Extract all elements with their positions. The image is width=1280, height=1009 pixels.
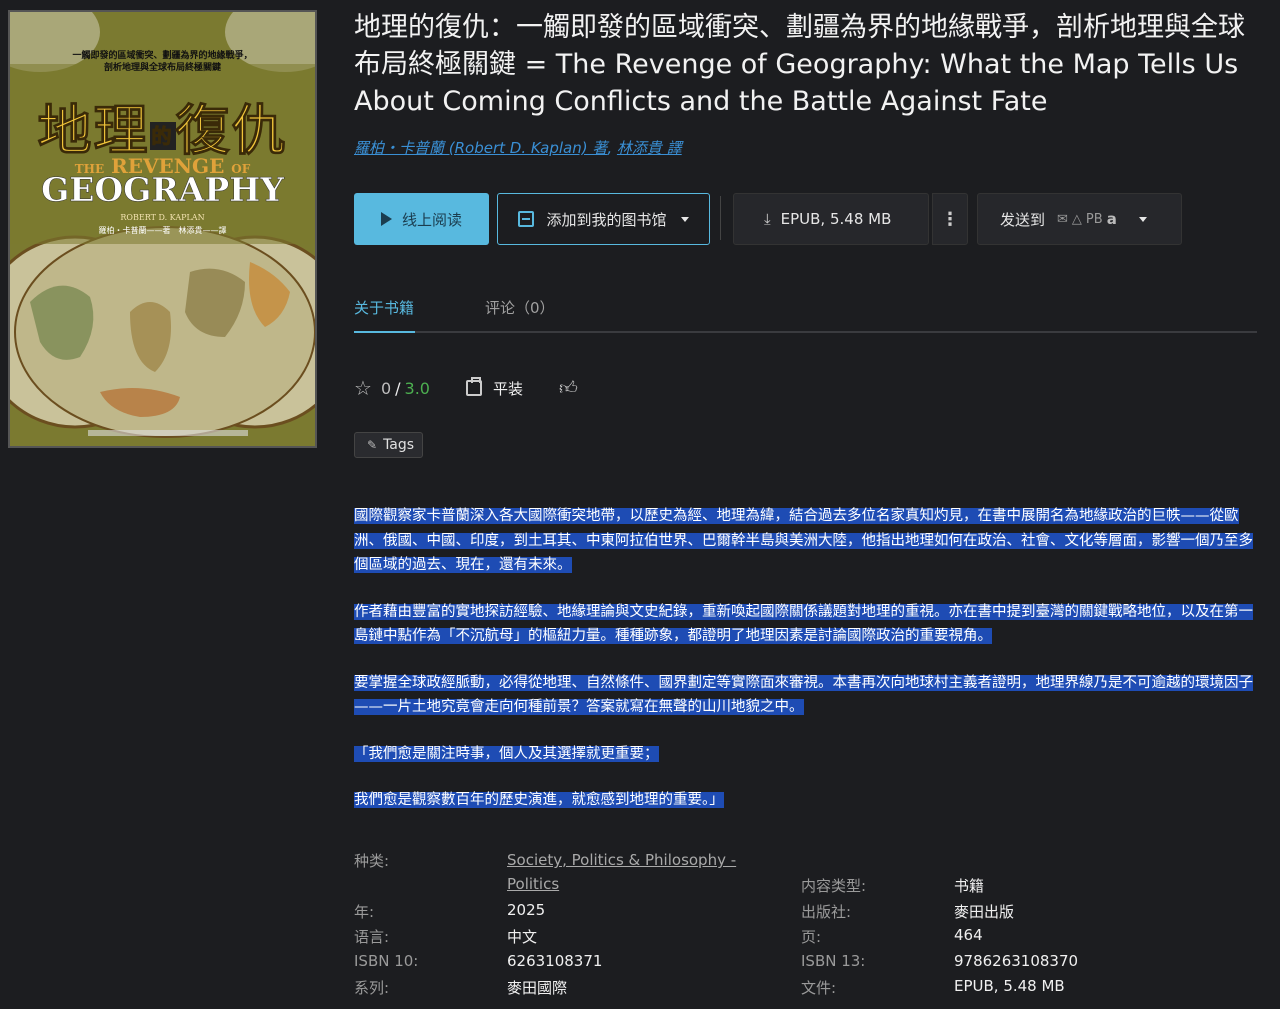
more-vertical-icon: ⋮	[941, 208, 959, 230]
read-online-button[interactable]: 线上阅读	[354, 193, 489, 245]
rating-max: 3.0	[404, 378, 430, 398]
publisher-value: 麥田出版	[954, 903, 1015, 921]
amazon-icon: a	[1106, 210, 1117, 228]
description-paragraph: 我們愈是觀察數百年的歷史演進，就愈感到地理的重要。」	[354, 792, 724, 808]
cover-english-title-geography: GEOGRAPHY	[41, 170, 284, 210]
pages-value: 464	[954, 926, 983, 944]
toolbar-divider	[720, 196, 721, 240]
content-type-value: 书籍	[954, 877, 985, 895]
thumbs-up-icon[interactable]: 👍︎	[559, 377, 578, 399]
send-to-button[interactable]: 发送到 ✉ △ PB a	[977, 193, 1182, 245]
download-icon: ⤓	[764, 210, 771, 228]
pages-label: 页:	[801, 928, 822, 946]
book-description: 國際觀察家卡普蘭深入各大國際衝突地帶，以歷史為經、地理為緯，結合過去多位名家真知…	[354, 504, 1254, 835]
series-value: 麥田國際	[507, 979, 568, 997]
language-value: 中文	[507, 928, 538, 946]
book-title: 地理的復仇：一觸即發的區域衝突、劃疆為界的地緣戰爭，剖析地理與全球布局終極關鍵 …	[354, 12, 1245, 117]
tab-about-book[interactable]: 关于书籍	[354, 297, 414, 318]
play-icon	[380, 212, 392, 226]
author-link[interactable]: 羅柏・卡普蘭 (Robert D. Kaplan) 著	[354, 139, 607, 157]
binding-format-label: 平装	[492, 379, 523, 398]
add-to-library-button[interactable]: 添加到我的图书馆	[497, 193, 710, 245]
description-paragraph: 「我們愈是關注時事，個人及其選擇就更重要；	[354, 745, 659, 762]
tags-label: Tags	[383, 437, 415, 453]
add-to-library-label: 添加到我的图书馆	[546, 210, 667, 229]
chevron-down-icon	[1138, 216, 1147, 222]
isbn10-label: ISBN 10:	[354, 952, 419, 970]
publisher-label: 出版社:	[801, 903, 852, 921]
cover-author-en: ROBERT D. KAPLAN	[120, 213, 205, 222]
tags-button[interactable]: ✎ Tags	[354, 432, 424, 458]
year-label: 年:	[354, 903, 375, 921]
star-icon[interactable]: ☆	[354, 376, 372, 400]
category-label: 种类:	[354, 852, 390, 870]
rating-value: 0	[380, 378, 392, 398]
cover-tagline: 一觸即發的區域衝突、劃疆為界的地緣戰爭， 剖析地理與全球布局終極關鍵	[72, 51, 253, 73]
description-paragraph: 國際觀察家卡普蘭深入各大國際衝突地帶，以歷史為經、地理為緯，結合過去多位名家真知…	[354, 508, 1253, 573]
language-label: 语言:	[354, 928, 390, 946]
pencil-icon: ✎	[367, 438, 378, 452]
download-epub-button[interactable]: ⤓ EPUB, 5.48 MB	[733, 193, 929, 245]
binding-format-icon	[465, 377, 482, 396]
pocketbook-label: PB	[1085, 211, 1103, 227]
content-type-label: 内容类型:	[801, 877, 867, 895]
isbn10-value: 6263108371	[507, 952, 603, 970]
send-targets: ✉ △ PB a	[1057, 210, 1117, 228]
email-icon: ✉	[1057, 211, 1068, 227]
isbn13-label: ISBN 13:	[801, 952, 866, 970]
series-label: 系列:	[354, 979, 390, 997]
translator-link[interactable]: 林添貴 譯	[617, 139, 682, 157]
year-value: 2025	[507, 901, 546, 919]
book-cover[interactable]: 一觸即發的區域衝突、劃疆為界的地緣戰爭， 剖析地理與全球布局終極關鍵 地理 的復仇…	[8, 10, 317, 448]
cover-bottom-band	[88, 430, 248, 436]
cover-author-cn: 羅柏・卡普蘭——著 林添貴——譯	[98, 226, 227, 235]
read-online-label: 线上阅读	[401, 210, 462, 229]
tab-reviews[interactable]: 评论（0）	[485, 297, 555, 318]
download-label: EPUB, 5.48 MB	[780, 210, 892, 228]
active-tab-indicator	[354, 331, 415, 333]
book-authors: 羅柏・卡普蘭 (Robert D. Kaplan) 著, 林添貴 譯	[354, 139, 682, 157]
bookshelf-icon	[518, 211, 535, 227]
chevron-down-icon	[680, 216, 689, 222]
category-link[interactable]: Society, Politics & Philosophy - Politic…	[507, 848, 767, 896]
file-label: 文件:	[801, 979, 837, 997]
send-to-label: 发送到	[1000, 210, 1046, 229]
description-paragraph: 作者藉由豐富的實地探訪經驗、地緣理論與文史紀錄，重新喚起國際關係議題對地理的重視…	[354, 603, 1253, 644]
rating-separator: /	[395, 378, 401, 398]
file-value: EPUB, 5.48 MB	[954, 977, 1065, 995]
rating-row: ☆ 0 / 3.0 平装 👍︎	[354, 376, 578, 400]
description-paragraph: 要掌握全球政經脈動，必得從地理、自然條件、國界劃定等實際面來審視。本書再次向地球…	[354, 674, 1253, 715]
pocketbook-icon: △	[1071, 211, 1082, 227]
book-tabs: 关于书籍 评论（0）	[354, 295, 1257, 333]
download-more-button[interactable]: ⋮	[932, 193, 968, 245]
isbn13-value: 9786263108370	[954, 952, 1079, 970]
